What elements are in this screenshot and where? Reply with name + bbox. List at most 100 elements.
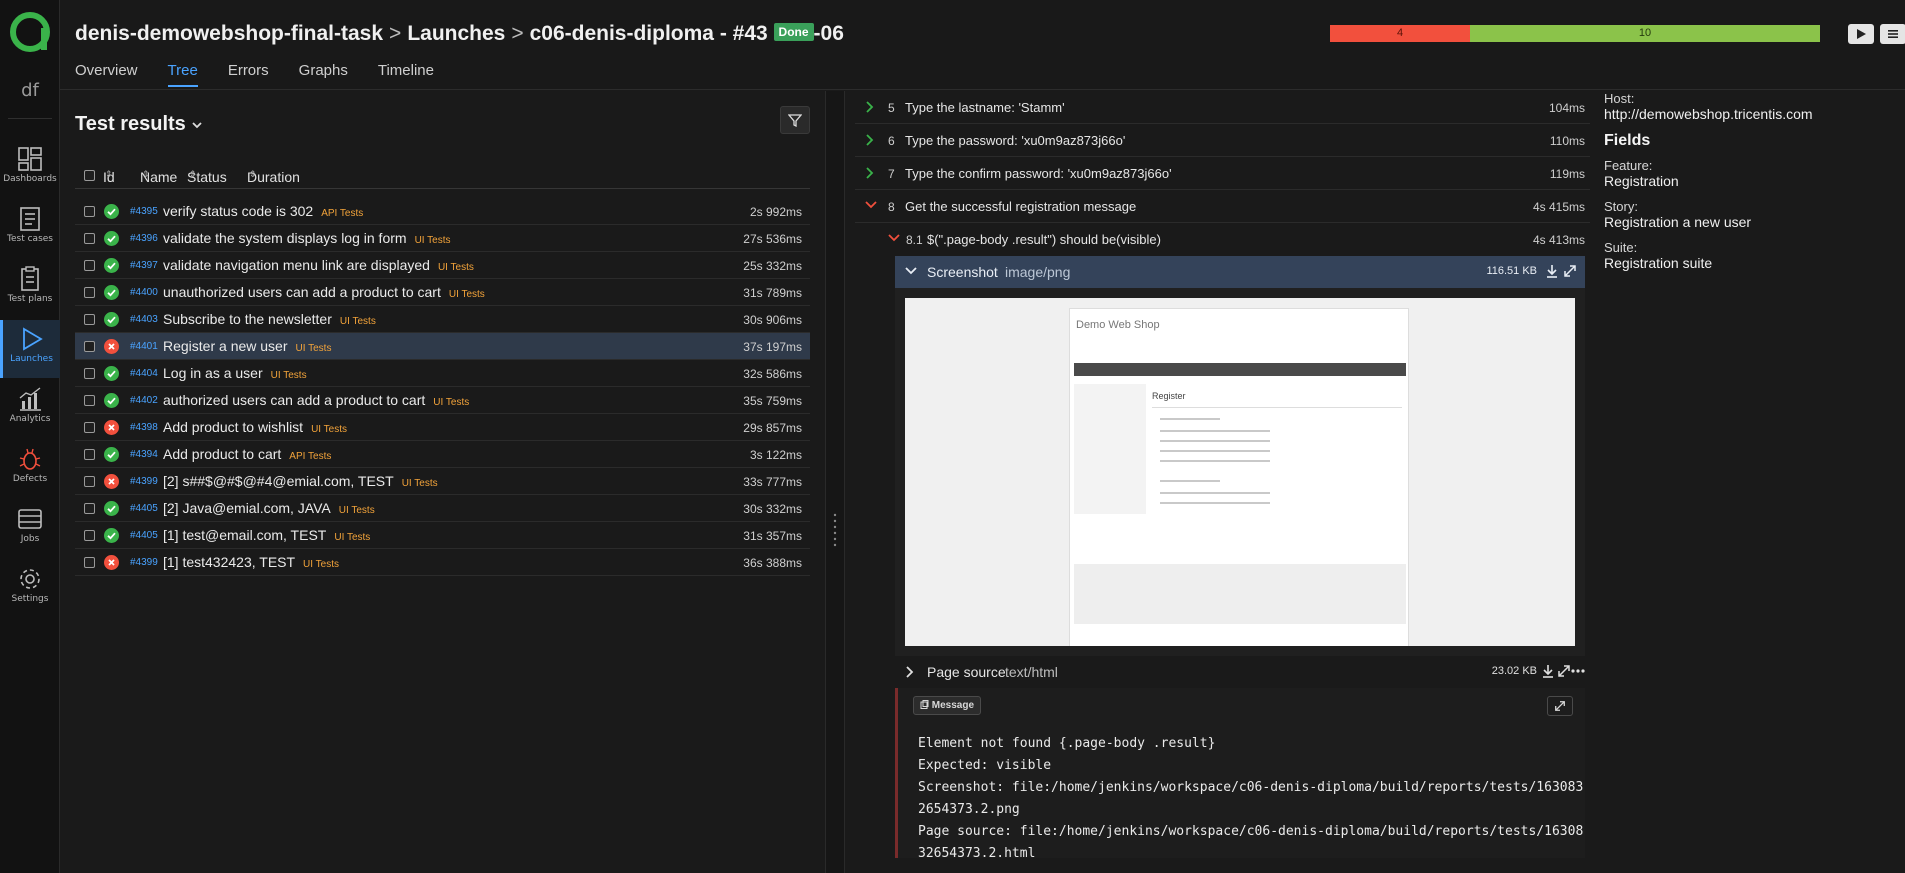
breadcrumb-launches[interactable]: Launches [407, 22, 505, 45]
row-checkbox[interactable] [84, 503, 95, 514]
row-checkbox[interactable] [84, 449, 95, 460]
step-row[interactable]: 5 Type the lastname: 'Stamm' 104ms [855, 91, 1590, 124]
screenshot-line [1160, 480, 1220, 482]
test-id[interactable]: #4400 [130, 287, 158, 298]
test-result-row[interactable]: #4401 Register a new user UI Tests 37s 197m… [75, 333, 810, 360]
test-result-row[interactable]: #4405 [1] test@email.com, TEST UI Tests 31s… [75, 522, 810, 549]
nav-item-jobs[interactable]: Jobs [0, 500, 60, 558]
test-result-row[interactable]: #4397 validate navigation menu link are d… [75, 252, 810, 279]
allure-logo-icon[interactable] [8, 10, 52, 54]
expand-icon[interactable] [1563, 264, 1577, 278]
panel-resize-handle[interactable] [825, 91, 845, 873]
test-name-text: Register a new user [163, 338, 288, 354]
nav-label: Defects [12, 474, 48, 484]
message-line: Element not found {.page-body .result} [918, 736, 1216, 751]
row-checkbox[interactable] [84, 314, 95, 325]
step-row[interactable]: 7 Type the confirm password: 'xu0m9az873… [855, 157, 1590, 190]
test-result-row[interactable]: #4400 unauthorized users can add a produc… [75, 279, 810, 306]
chevron-right-icon [866, 134, 874, 146]
test-tag: UI Tests [334, 532, 371, 543]
test-id[interactable]: #4402 [130, 395, 158, 406]
row-checkbox[interactable] [84, 206, 95, 217]
screenshot-line [1160, 440, 1270, 442]
breadcrumb-project[interactable]: denis-demowebshop-final-task [75, 22, 383, 45]
screenshot-footer [1074, 564, 1406, 624]
test-duration: 2s 992ms [749, 205, 802, 219]
test-result-row[interactable]: #4394 Add product to cart API Tests 3s 122m… [75, 441, 810, 468]
row-checkbox[interactable] [84, 260, 95, 271]
screenshot-attachment-header[interactable]: Screenshot image/png 116.51 KB [895, 256, 1585, 288]
screenshot-preview[interactable]: Demo Web Shop Register [895, 288, 1585, 656]
substep-row[interactable]: 8.1 $(".page-body .result") should be(vi… [855, 223, 1590, 256]
row-checkbox[interactable] [84, 341, 95, 352]
status-indicator [104, 528, 119, 543]
test-id[interactable]: #4405 [130, 503, 158, 514]
test-tag: UI Tests [295, 343, 332, 354]
nav-item-dashboards[interactable]: Dashboards [0, 140, 60, 198]
tab-timeline[interactable]: Timeline [378, 62, 434, 87]
nav-item-launches[interactable]: Launches [0, 320, 60, 378]
test-id[interactable]: #4395 [130, 206, 158, 217]
row-checkbox[interactable] [84, 233, 95, 244]
test-id[interactable]: #4397 [130, 260, 158, 271]
row-checkbox[interactable] [84, 530, 95, 541]
page-source-attachment-header[interactable]: Page source text/html 23.02 KB [895, 656, 1585, 688]
test-id[interactable]: #4398 [130, 422, 158, 433]
results-title-dropdown[interactable]: Test results [75, 113, 203, 136]
run-button[interactable] [1848, 24, 1874, 44]
test-name-text: Log in as a user [163, 365, 263, 381]
step-row[interactable]: 6 Type the password: 'xu0m9az873j66o' 11… [855, 124, 1590, 157]
launch-menu-button[interactable] [1880, 24, 1905, 44]
left-nav: df Dashboards Test cases Test plans Laun… [0, 0, 60, 873]
test-name: [2] Java@emial.com, JAVA UI Tests [163, 500, 375, 516]
test-result-row[interactable]: #4405 [2] Java@emial.com, JAVA UI Tests 30s… [75, 495, 810, 522]
select-all-checkbox[interactable] [84, 170, 95, 181]
message-expand-button[interactable] [1547, 696, 1573, 716]
status-indicator [104, 393, 119, 408]
download-icon[interactable] [1541, 664, 1555, 678]
test-id[interactable]: #4405 [130, 530, 158, 541]
row-checkbox[interactable] [84, 476, 95, 487]
nav-item-analytics[interactable]: Analytics [0, 380, 60, 438]
tab-overview[interactable]: Overview [75, 62, 138, 87]
row-checkbox[interactable] [84, 395, 95, 406]
test-id[interactable]: #4399 [130, 557, 158, 568]
test-id[interactable]: #4399 [130, 476, 158, 487]
project-initials[interactable]: df [0, 80, 60, 101]
more-icon[interactable] [1571, 669, 1585, 673]
test-id[interactable]: #4394 [130, 449, 158, 460]
launch-statistics-bar[interactable]: 4 10 [1330, 25, 1820, 42]
nav-item-test-cases[interactable]: Test cases [0, 200, 60, 258]
nav-item-defects[interactable]: Defects [0, 440, 60, 498]
download-icon[interactable] [1545, 264, 1559, 278]
row-checkbox[interactable] [84, 557, 95, 568]
row-checkbox[interactable] [84, 422, 95, 433]
test-result-row[interactable]: #4399 [1] test432423, TEST UI Tests 36s 388… [75, 549, 810, 576]
test-result-row[interactable]: #4395 verify status code is 302 API Tests 2… [75, 198, 810, 225]
passed-count-segment[interactable]: 10 [1470, 25, 1820, 42]
tab-errors[interactable]: Errors [228, 62, 269, 87]
test-id[interactable]: #4404 [130, 368, 158, 379]
tab-tree[interactable]: Tree [167, 62, 198, 87]
tab-graphs[interactable]: Graphs [299, 62, 348, 87]
test-result-row[interactable]: #4403 Subscribe to the newsletter UI Tests… [75, 306, 810, 333]
step-row[interactable]: 8 Get the successful registration messag… [855, 190, 1590, 223]
test-result-row[interactable]: #4404 Log in as a user UI Tests 32s 586ms [75, 360, 810, 387]
filter-button[interactable] [780, 106, 810, 134]
test-result-row[interactable]: #4399 [2] s##$@#$@#4@emial.com, TEST UI Te… [75, 468, 810, 495]
test-id[interactable]: #4403 [130, 314, 158, 325]
nav-item-settings[interactable]: Settings [0, 560, 60, 618]
nav-item-test-plans[interactable]: Test plans [0, 260, 60, 318]
test-result-row[interactable]: #4398 Add product to wishlist UI Tests 29s … [75, 414, 810, 441]
test-result-row[interactable]: #4402 authorized users can add a product … [75, 387, 810, 414]
test-id[interactable]: #4396 [130, 233, 158, 244]
test-tag: UI Tests [338, 505, 375, 516]
row-checkbox[interactable] [84, 368, 95, 379]
message-button[interactable]: Message [913, 696, 982, 715]
row-checkbox[interactable] [84, 287, 95, 298]
expand-icon[interactable] [1557, 664, 1571, 678]
failed-count-segment[interactable]: 4 [1330, 25, 1470, 42]
test-name-text: Add product to cart [163, 446, 282, 462]
test-result-row[interactable]: #4396 validate the system displays log in… [75, 225, 810, 252]
test-id[interactable]: #4401 [130, 341, 158, 352]
